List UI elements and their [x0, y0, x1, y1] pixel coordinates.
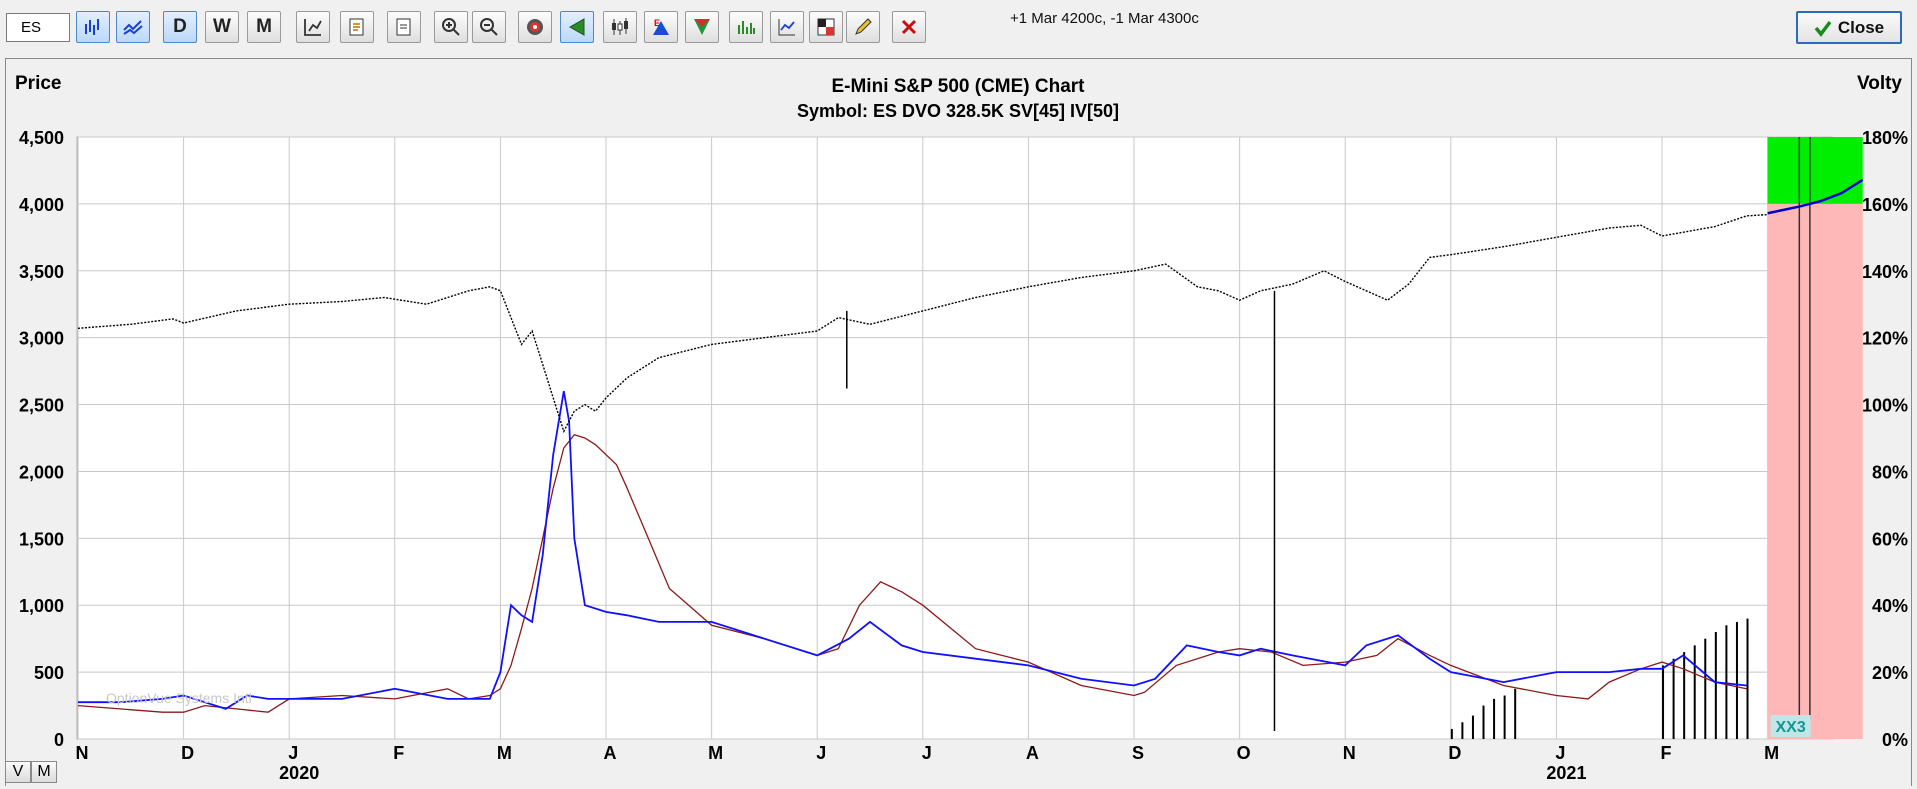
- volume-bar: [1693, 645, 1696, 739]
- badge-label: XX3: [1776, 719, 1806, 736]
- volume-bar: [1471, 715, 1474, 739]
- x-month-label: D: [181, 743, 194, 763]
- right-tick-label: 100%: [1862, 396, 1908, 416]
- x-month-label: D: [1448, 743, 1461, 763]
- volume-bar: [1461, 722, 1464, 739]
- x-month-label: N: [76, 743, 89, 763]
- volume-bar: [1493, 698, 1496, 739]
- right-tick-label: 120%: [1862, 329, 1908, 349]
- chart-subtitle: Symbol: ES DVO 328.5K SV[45] IV[50]: [797, 101, 1119, 121]
- left-tick-label: 1,000: [19, 596, 64, 616]
- right-tick-label: 140%: [1862, 262, 1908, 282]
- x-month-label: J: [1555, 743, 1565, 763]
- x-month-label: M: [1764, 743, 1779, 763]
- x-month-label: S: [1132, 743, 1144, 763]
- volume-bar: [1746, 618, 1749, 739]
- profit-zone: [1767, 137, 1863, 204]
- x-month-label: M: [497, 743, 512, 763]
- right-tick-label: 60%: [1872, 529, 1908, 549]
- volume-bar: [1503, 695, 1506, 739]
- volume-bar: [1662, 665, 1665, 739]
- x-month-label: F: [1661, 743, 1672, 763]
- left-tick-label: 500: [34, 663, 64, 683]
- x-month-label: J: [922, 743, 932, 763]
- right-tick-label: 0%: [1882, 730, 1908, 750]
- chart-title: E-Mini S&P 500 (CME) Chart: [831, 76, 1085, 97]
- volume-bar: [1482, 705, 1485, 739]
- right-tick-label: 80%: [1872, 462, 1908, 482]
- x-month-label: F: [393, 743, 404, 763]
- right-axis-label: Volty: [1857, 73, 1902, 94]
- volume-bar: [1714, 631, 1717, 739]
- right-tick-label: 180%: [1862, 128, 1908, 148]
- left-tick-label: 3,000: [19, 329, 64, 349]
- price-volatility-chart[interactable]: Price Volty E-Mini S&P 500 (CME) Chart S…: [0, 0, 1917, 789]
- volume-bar: [1735, 621, 1738, 739]
- left-tick-label: 2,500: [19, 396, 64, 416]
- right-tick-label: 20%: [1872, 663, 1908, 683]
- x-month-label: M: [708, 743, 723, 763]
- view-mode-toggle: V M: [5, 761, 57, 783]
- left-tick-label: 1,500: [19, 529, 64, 549]
- x-year-label: 2021: [1546, 763, 1586, 783]
- volume-bar: [1725, 625, 1728, 739]
- volume-bar: [1672, 658, 1675, 739]
- plot-area: [76, 136, 1833, 740]
- x-year-label: 2020: [279, 763, 319, 783]
- volume-bar: [1514, 688, 1517, 739]
- volume-bar: [1704, 638, 1707, 739]
- right-tick-label: 40%: [1872, 596, 1908, 616]
- right-tick-label: 160%: [1862, 195, 1908, 215]
- watermark: OptionVue Systems Intl: [106, 690, 252, 706]
- x-month-label: O: [1237, 743, 1251, 763]
- left-tick-label: 4,000: [19, 195, 64, 215]
- volume-bar: [1450, 728, 1453, 739]
- left-axis-label: Price: [15, 73, 61, 94]
- left-tick-label: 4,500: [19, 128, 64, 148]
- x-month-label: J: [288, 743, 298, 763]
- left-tick-label: 0: [54, 730, 64, 750]
- x-month-label: A: [1026, 743, 1039, 763]
- view-m-button[interactable]: M: [31, 761, 57, 783]
- loss-zone: [1767, 203, 1863, 739]
- volume-bar: [1683, 652, 1686, 739]
- left-tick-label: 3,500: [19, 262, 64, 282]
- x-month-label: A: [604, 743, 617, 763]
- x-month-label: N: [1343, 743, 1356, 763]
- risk-graph: XX3: [1767, 137, 1864, 739]
- left-tick-label: 2,000: [19, 462, 64, 482]
- x-month-label: J: [816, 743, 826, 763]
- view-v-button[interactable]: V: [5, 761, 31, 783]
